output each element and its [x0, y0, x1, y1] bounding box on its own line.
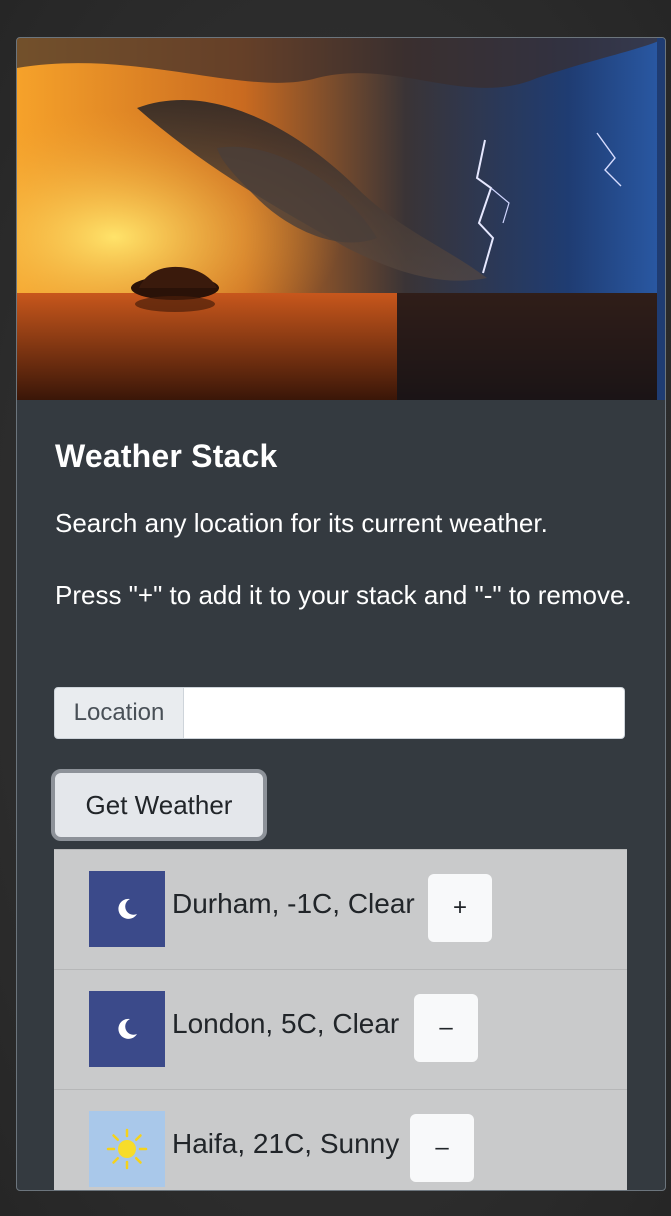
- location-input[interactable]: [184, 687, 625, 739]
- remove-from-stack-button[interactable]: –: [414, 994, 478, 1062]
- instructions-text: Press "+" to add it to your stack and "-…: [55, 580, 632, 610]
- hero-image: [17, 38, 665, 400]
- moon-icon: [89, 991, 165, 1067]
- moon-icon: [89, 871, 165, 947]
- location-input-group: Location: [54, 687, 625, 741]
- weather-card: Weather Stack Search any location for it…: [16, 37, 666, 1191]
- location-weather-text: Durham, -1C, Clear: [172, 888, 415, 919]
- weather-stack-list: Durham, -1C, Clear + London, 5C, Clear –: [54, 849, 627, 1190]
- page-title: Weather Stack: [55, 438, 278, 474]
- list-item: London, 5C, Clear –: [54, 969, 627, 1089]
- card-body: Weather Stack Search any location for it…: [17, 400, 665, 1190]
- list-item: Haifa, 21C, Sunny –: [54, 1089, 627, 1190]
- list-item: Durham, -1C, Clear +: [54, 849, 627, 969]
- location-weather-text: London, 5C, Clear: [172, 1008, 400, 1039]
- remove-from-stack-button[interactable]: –: [410, 1114, 474, 1182]
- location-label: Location: [54, 687, 184, 739]
- sun-icon: [89, 1111, 165, 1187]
- description-text: Search any location for its current weat…: [55, 508, 548, 538]
- get-weather-button[interactable]: Get Weather: [51, 769, 267, 841]
- location-weather-text: Haifa, 21C, Sunny: [172, 1128, 400, 1159]
- add-to-stack-button[interactable]: +: [428, 874, 492, 942]
